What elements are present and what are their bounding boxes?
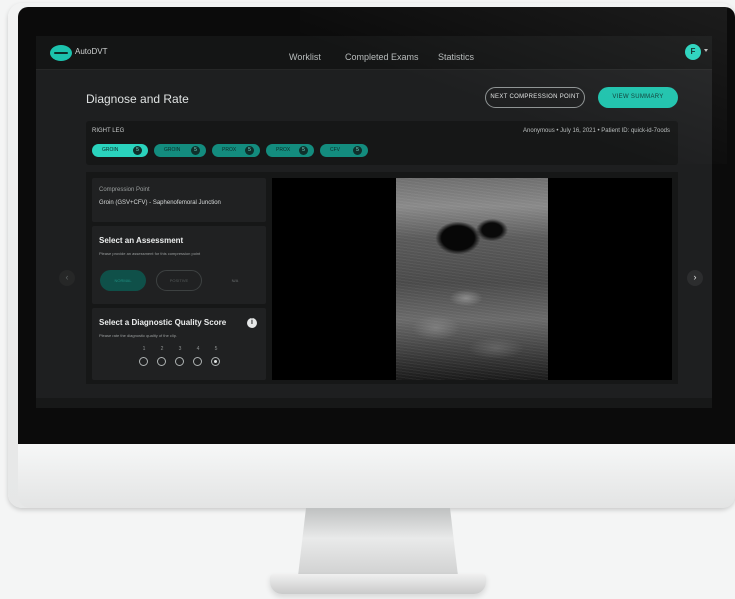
clip-count-badge: 5: [133, 146, 142, 155]
compression-point-tab[interactable]: PROX 5: [266, 144, 314, 157]
assessment-card: Select an Assessment Please provide an a…: [92, 226, 266, 304]
compression-point-card: Compression Point Groin (GSV+CFV) - Saph…: [92, 178, 266, 222]
compression-point-tab-label: GROIN: [164, 147, 181, 153]
clip-count-badge: 5: [245, 146, 254, 155]
compression-point-value: Groin (GSV+CFV) - Saphenofemoral Junctio…: [99, 200, 221, 206]
compression-point-tab[interactable]: GROIN 5: [154, 144, 206, 157]
assessment-na-button[interactable]: N/A: [212, 270, 258, 291]
user-avatar[interactable]: F: [685, 44, 701, 60]
chevron-right-icon[interactable]: ›: [687, 270, 703, 286]
compression-point-tab[interactable]: CFV 5: [320, 144, 368, 157]
leg-compression-bar: RIGHT LEG Anonymous • July 16, 2021 • Pa…: [86, 121, 678, 165]
chevron-left-icon[interactable]: ‹: [59, 270, 75, 286]
chevron-down-icon[interactable]: [704, 49, 708, 52]
nav-item-completed-exams[interactable]: Completed Exams: [345, 52, 419, 62]
footer-strip: [36, 398, 712, 408]
nav-item-statistics[interactable]: Statistics: [438, 52, 474, 62]
assessment-title: Select an Assessment: [99, 236, 184, 245]
clip-count-badge: 5: [299, 146, 308, 155]
monitor-stand-neck: [298, 508, 458, 576]
score-number: 4: [196, 346, 200, 352]
monitor-chin: [18, 444, 735, 508]
quality-score-title: Select a Diagnostic Quality Score: [99, 318, 227, 327]
score-radio-3[interactable]: [175, 357, 184, 366]
nav-item-worklist[interactable]: Worklist: [289, 52, 321, 62]
top-navigation-bar: AutoDVT Worklist Completed Exams Statist…: [36, 36, 712, 70]
score-radio-1[interactable]: [139, 357, 148, 366]
assessment-subtitle: Please provide an assessment for this co…: [99, 251, 201, 256]
ultrasound-viewer[interactable]: [272, 178, 672, 380]
score-number: 5: [214, 346, 218, 352]
compression-point-tab[interactable]: PROX 5: [212, 144, 260, 157]
quality-score-card: Select a Diagnostic Quality Score i Plea…: [92, 308, 266, 380]
ultrasound-image: [396, 178, 548, 380]
next-compression-point-button[interactable]: NEXT COMPRESSION POINT: [485, 87, 585, 108]
score-number: 2: [160, 346, 164, 352]
page-title: Diagnose and Rate: [86, 92, 189, 106]
score-number: 1: [142, 346, 146, 352]
assessment-normal-button[interactable]: NORMAL: [100, 270, 146, 291]
score-radio-4[interactable]: [193, 357, 202, 366]
quality-score-subtitle: Please rate the diagnostic quality of th…: [99, 333, 178, 338]
assessment-positive-button[interactable]: POSITIVE: [156, 270, 202, 291]
diagnosis-panel: Compression Point Groin (GSV+CFV) - Saph…: [86, 172, 678, 384]
compression-point-tab[interactable]: GROIN 5: [92, 144, 148, 157]
clip-count-badge: 5: [353, 146, 362, 155]
brand-name: AutoDVT: [75, 47, 108, 56]
view-summary-button[interactable]: VIEW SUMMARY: [598, 87, 678, 108]
compression-point-label: Compression Point: [99, 187, 150, 193]
compression-point-tab-label: CFV: [330, 147, 340, 153]
compression-point-tab-label: PROX: [222, 147, 237, 153]
compression-point-tab-label: PROX: [276, 147, 291, 153]
score-number: 3: [178, 346, 182, 352]
patient-info: Anonymous • July 16, 2021 • Patient ID: …: [523, 128, 670, 134]
compression-point-tab-label: GROIN: [102, 147, 119, 153]
leg-label: RIGHT LEG: [92, 128, 125, 134]
autodvt-logo-icon[interactable]: [50, 45, 72, 61]
clip-count-badge: 5: [191, 146, 200, 155]
app-screen: AutoDVT Worklist Completed Exams Statist…: [36, 36, 712, 408]
score-radio-2[interactable]: [157, 357, 166, 366]
monitor-stand-base: [270, 574, 486, 594]
score-radio-5[interactable]: [211, 357, 220, 366]
info-icon[interactable]: i: [247, 318, 257, 328]
